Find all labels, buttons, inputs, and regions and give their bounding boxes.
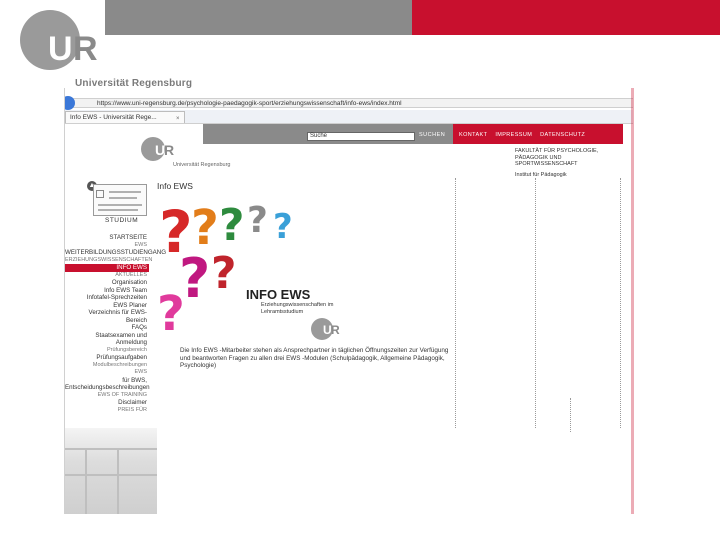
link-datenschutz[interactable]: DATENSCHUTZ <box>540 132 585 138</box>
browser-screenshot: https://www.uni-regensburg.de/psychologi… <box>64 88 634 514</box>
question-mark-icon: ? <box>247 200 268 241</box>
document-icon <box>96 190 104 198</box>
sidebar-item[interactable]: Staatsexamen und <box>65 332 149 340</box>
sidebar-item[interactable]: EWS Planer <box>65 302 149 310</box>
sidebar-item[interactable]: WEITERBILDUNGSSTUDIENGANG <box>65 249 166 257</box>
column-divider <box>570 398 571 432</box>
sidebar-item[interactable]: STARTSEITE <box>65 234 149 242</box>
sidebar-item[interactable]: Anmeldung <box>65 339 149 347</box>
sidebar-item[interactable]: EWS OF TRAINING <box>65 392 149 400</box>
sidebar-item[interactable]: Info EWS Team <box>65 287 149 295</box>
tab-close-icon[interactable]: × <box>176 114 180 123</box>
studium-widget[interactable] <box>93 184 147 216</box>
graphic-subtitle: Erziehungswissenschaften im Lehramtsstud… <box>261 302 334 315</box>
link-impressum[interactable]: IMPRESSUM <box>495 132 532 138</box>
sidebar-item[interactable]: Entscheidungsbeschreibungen <box>65 384 150 392</box>
sidebar-item[interactable]: AKTUELLES <box>65 272 149 280</box>
content-paragraph: Die Info EWS -Mitarbeiter stehen als Ans… <box>180 347 449 369</box>
logo-letter-u: U <box>48 30 73 68</box>
logo-letter-r: R <box>73 30 98 68</box>
link-kontakt[interactable]: KONTAKT <box>459 132 487 138</box>
sidebar-item[interactable]: Verzeichnis für EWS- <box>65 309 149 317</box>
sidebar-item[interactable]: Organisation <box>65 279 149 287</box>
sidebar-item[interactable]: für BWS, <box>65 377 149 385</box>
sidebar-item[interactable]: Prüfungsaufgaben <box>65 354 149 362</box>
question-mark-icon: ? <box>219 200 245 251</box>
column-divider <box>535 178 536 428</box>
sidebar-item[interactable]: EWS <box>65 369 149 377</box>
sidebar-item[interactable]: PREIS FÜR <box>65 407 149 415</box>
question-mark-icon: ? <box>157 286 185 342</box>
question-mark-icon: ? <box>211 248 237 299</box>
widget-line <box>109 197 137 199</box>
search-input[interactable]: Suche <box>307 132 415 141</box>
sidebar-item[interactable]: Modulbeschreibungen <box>65 362 149 370</box>
graphic-title: INFO EWS <box>246 287 311 302</box>
url-text: https://www.uni-regensburg.de/psychologi… <box>97 100 402 107</box>
column-divider <box>455 178 456 428</box>
address-bar[interactable]: https://www.uni-regensburg.de/psychologi… <box>65 96 633 110</box>
question-mark-icon: ? <box>273 207 293 247</box>
institute-link[interactable]: Institut für Pädagogik <box>515 172 625 179</box>
graphic-logo-r: R <box>331 323 340 337</box>
page-title: Info EWS <box>157 181 193 191</box>
site-logo-r: R <box>164 142 175 158</box>
sidebar-item[interactable]: EWS <box>65 242 149 250</box>
faculty-line-3[interactable]: SPORTWISSENSCHAFT <box>515 161 625 168</box>
top-links: KONTAKT IMPRESSUM DATENSCHUTZ <box>459 132 591 138</box>
widget-line <box>109 191 141 193</box>
faculty-block: FAKULTÄT FÜR PSYCHOLOGIE, PÄDAGOGIK UND … <box>515 148 625 178</box>
sidebar-item[interactable]: FAQs <box>65 324 149 332</box>
header-bar-gray <box>105 0 412 35</box>
back-button-icon[interactable] <box>65 96 75 110</box>
site-logo-name: Universität Regensburg <box>173 162 231 168</box>
header-bar-red <box>412 0 720 35</box>
widget-line <box>98 209 138 211</box>
sidebar-item[interactable]: Infotafel-Sprechzeiten <box>65 294 149 302</box>
sidebar-nav: STARTSEITE EWS WEITERBILDUNGSSTUDIENGANG ER… <box>65 234 166 415</box>
sidebar-item[interactable]: ERZIEHUNGSWISSENSCHAFTEN <box>65 257 152 265</box>
column-divider <box>620 178 621 428</box>
sidebar-item[interactable]: Prüfungsbereich <box>65 347 149 355</box>
sidebar-item[interactable]: Bereich <box>65 317 149 325</box>
building-photo <box>65 428 157 514</box>
widget-line <box>98 204 142 206</box>
tab-bar: Info EWS - Universität Rege... × <box>65 110 633 124</box>
studium-label: STUDIUM <box>105 217 139 224</box>
search-button[interactable]: SUCHEN <box>419 132 445 138</box>
browser-tab[interactable]: Info EWS - Universität Rege... × <box>65 111 185 123</box>
page-right-edge <box>631 88 634 514</box>
tab-title: Info EWS - Universität Rege... <box>70 114 157 121</box>
sidebar-item[interactable]: Disclaimer <box>65 399 149 407</box>
sidebar-item-active[interactable]: INFO EWS <box>65 264 149 272</box>
